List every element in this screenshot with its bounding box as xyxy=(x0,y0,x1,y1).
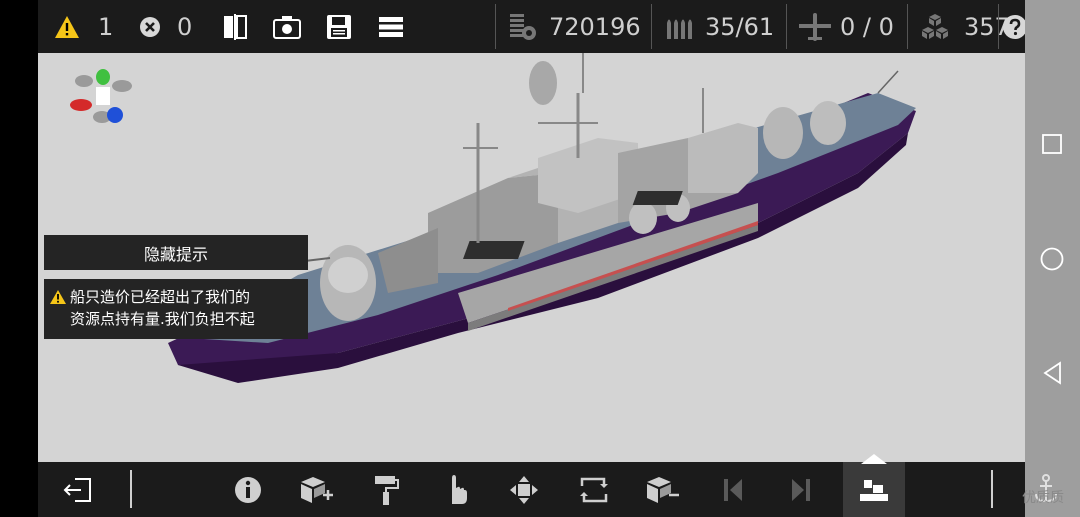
warning-triangle-icon xyxy=(55,15,79,38)
ammo-stat[interactable]: 35/61 xyxy=(665,0,774,53)
rotate-icon xyxy=(580,477,608,502)
separator xyxy=(495,4,496,49)
hand-pointer-icon xyxy=(452,474,467,504)
add-cube-icon xyxy=(301,476,333,503)
errors-count: 0 xyxy=(177,12,193,41)
system-nav-bar xyxy=(1025,0,1080,517)
separator xyxy=(786,4,787,49)
add-block-button[interactable] xyxy=(296,462,336,517)
remove-cube-icon xyxy=(647,476,679,503)
aircraft-stat[interactable]: 0 / 0 xyxy=(798,0,894,53)
active-indicator-icon xyxy=(861,454,887,464)
mirror-icon xyxy=(224,13,247,40)
warning-line-1: 船只造价已经超出了我们的 xyxy=(70,288,251,306)
menu-icon xyxy=(379,16,403,37)
resource-cubes-icon xyxy=(922,13,948,39)
separator xyxy=(998,4,999,49)
info-button[interactable] xyxy=(228,462,268,517)
select-button[interactable] xyxy=(436,462,476,517)
next-icon xyxy=(792,478,810,501)
undo-button[interactable] xyxy=(713,462,753,517)
aircraft-icon xyxy=(799,12,831,41)
move-arrows-icon xyxy=(510,475,538,504)
ammo-value: 35/61 xyxy=(705,12,775,41)
ship-build-icon xyxy=(860,479,888,501)
separator xyxy=(130,470,132,508)
exit-button[interactable] xyxy=(58,462,98,517)
camera-icon xyxy=(273,15,301,39)
separator xyxy=(651,4,652,49)
recents-square-icon[interactable] xyxy=(1042,134,1062,154)
menu-button[interactable] xyxy=(379,0,403,53)
hide-hint-button[interactable]: 隐藏提示 xyxy=(44,235,308,270)
watermark-text: 优质质 xyxy=(1022,490,1064,506)
build-mode-button[interactable] xyxy=(843,454,905,517)
move-button[interactable] xyxy=(504,462,544,517)
errors-counter[interactable]: 0 xyxy=(139,0,192,53)
home-circle-icon[interactable] xyxy=(1040,247,1064,271)
separator xyxy=(991,470,993,508)
remove-block-button[interactable] xyxy=(642,462,682,517)
tonnage-value: 720196 xyxy=(549,12,641,41)
bottom-toolbar xyxy=(38,454,1025,517)
back-triangle-icon[interactable] xyxy=(1042,361,1062,385)
resources-stat[interactable]: 357 xyxy=(920,0,1010,53)
screenshot-button[interactable] xyxy=(273,0,301,53)
rotate-button[interactable] xyxy=(574,462,614,517)
warning-line-2: 资源点持有量.我们负担不起 xyxy=(70,310,255,328)
mirror-button[interactable] xyxy=(221,0,249,53)
info-icon xyxy=(235,476,261,503)
paint-button[interactable] xyxy=(366,462,406,517)
close-circle-icon xyxy=(140,16,160,37)
save-disk-icon xyxy=(327,14,351,39)
tonnage-weight-icon xyxy=(510,13,536,40)
tonnage-stat[interactable]: 720196 xyxy=(509,0,641,53)
warning-triangle-icon xyxy=(50,290,66,304)
exit-icon xyxy=(63,477,91,502)
orientation-gizmo-icon[interactable] xyxy=(70,69,132,123)
warnings-count: 1 xyxy=(98,12,114,41)
redo-button[interactable] xyxy=(781,462,821,517)
paint-roller-icon xyxy=(375,475,399,505)
cost-warning-message: 船只造价已经超出了我们的 资源点持有量.我们负担不起 xyxy=(44,279,308,339)
previous-icon xyxy=(724,478,742,501)
save-button[interactable] xyxy=(326,0,352,53)
ammo-shells-icon xyxy=(667,19,692,39)
warnings-counter[interactable]: 1 xyxy=(54,0,113,53)
left-black-strip xyxy=(0,0,38,517)
top-status-bar: 1 0 720196 35/61 0 / 0 357 xyxy=(38,0,1027,53)
aircraft-value: 0 / 0 xyxy=(840,12,894,41)
separator xyxy=(907,4,908,49)
